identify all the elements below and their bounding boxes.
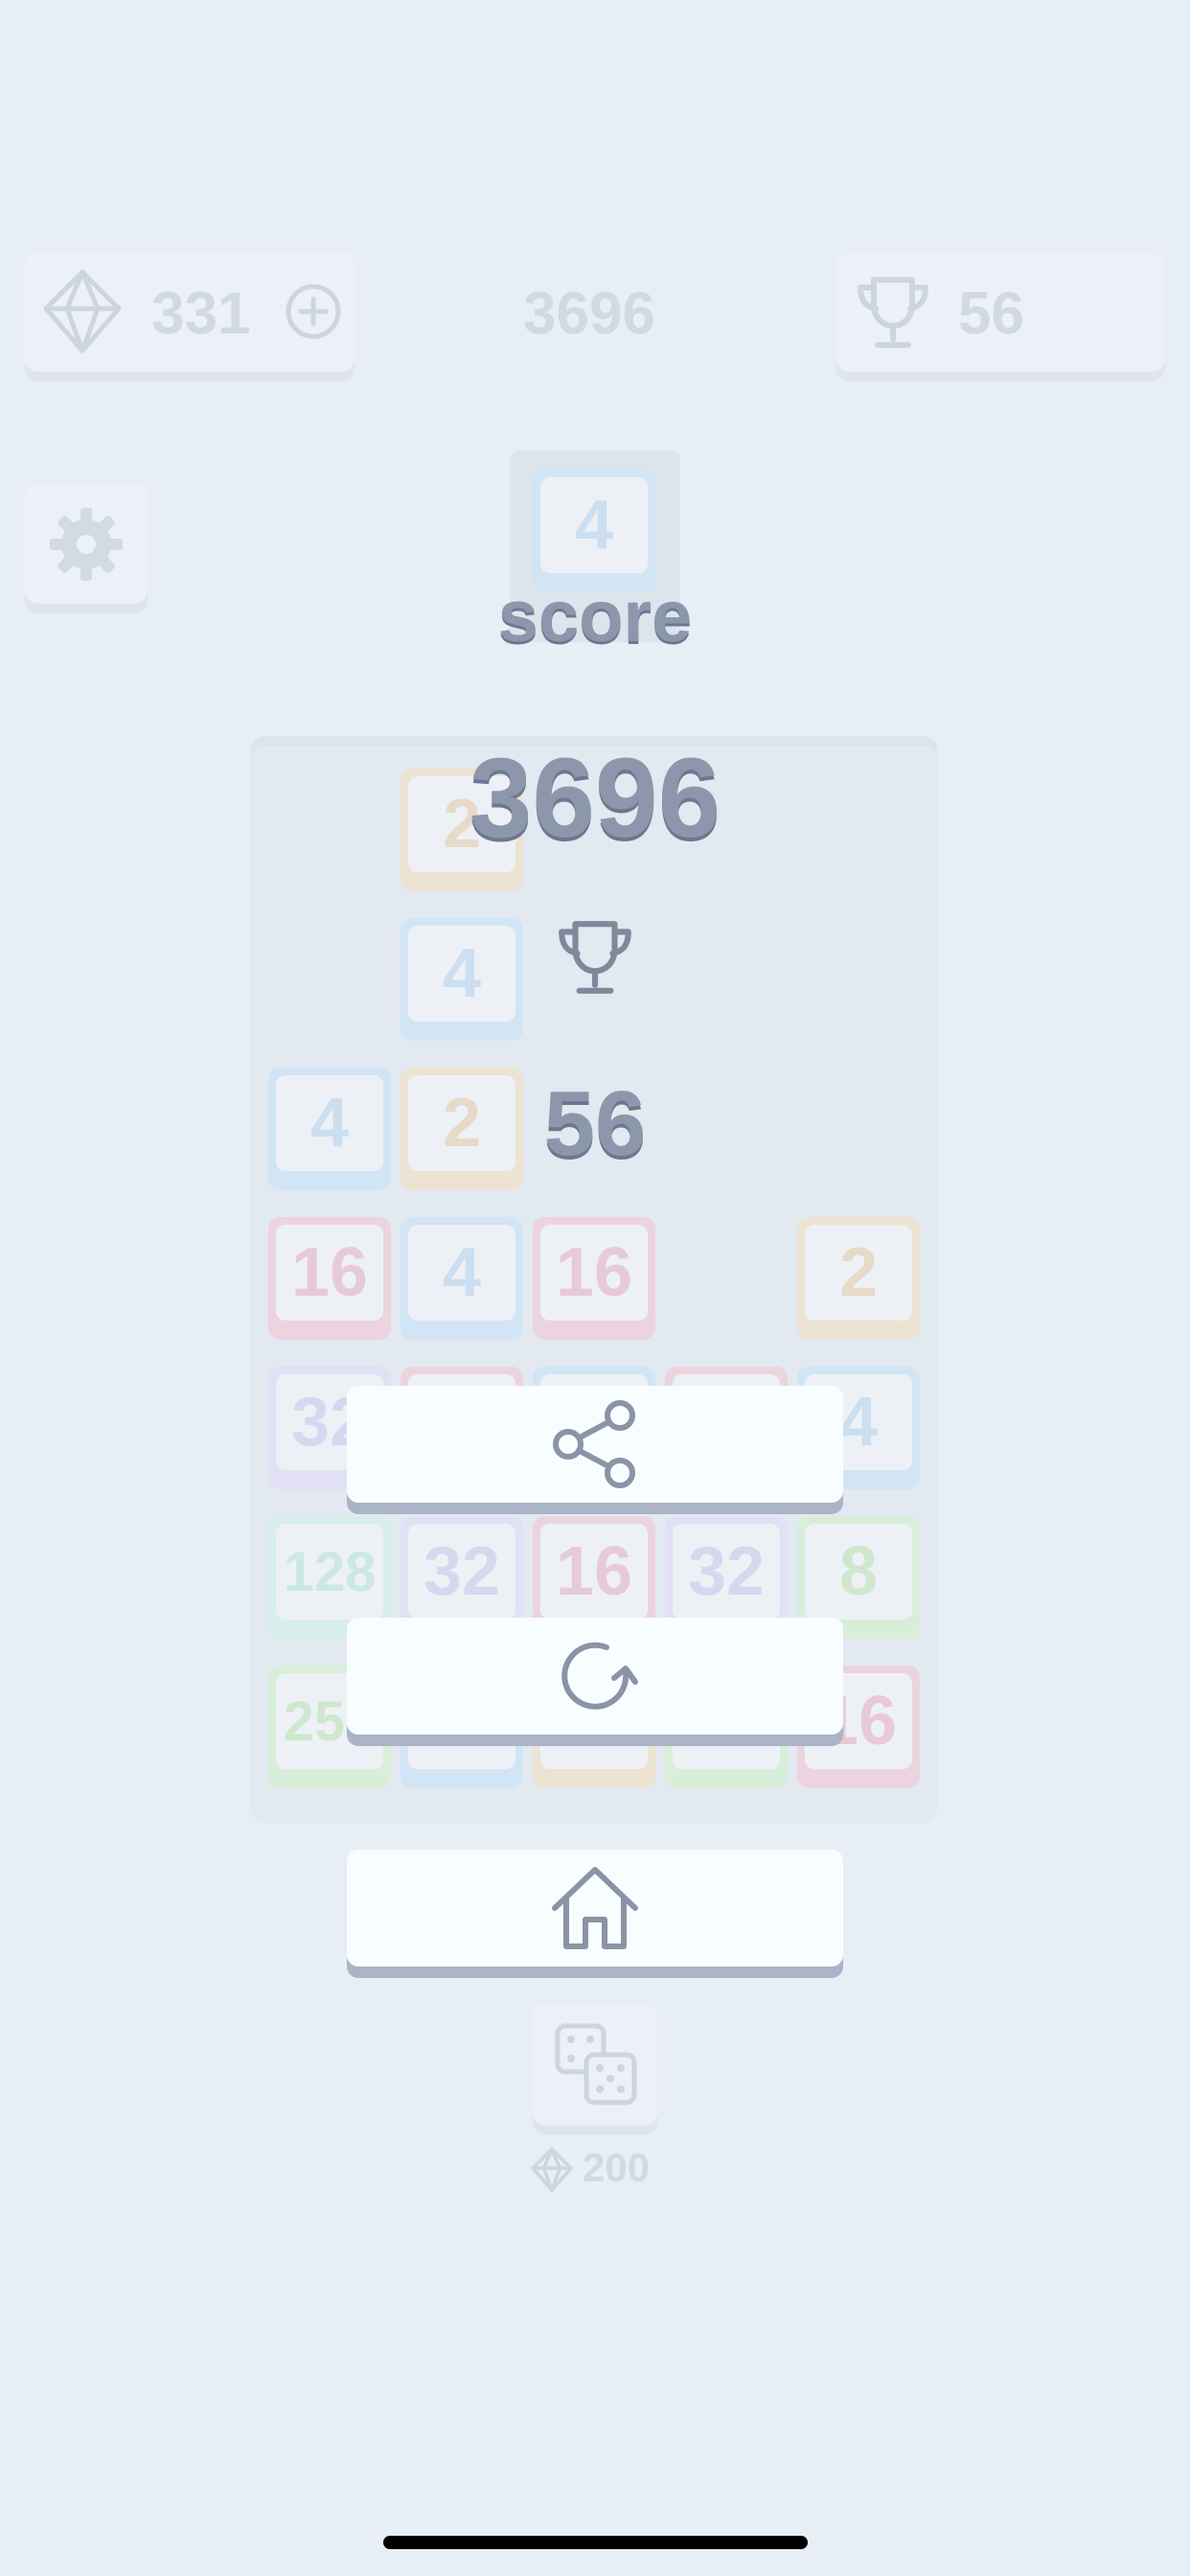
dice-icon: [555, 2023, 637, 2105]
dice-cost: 200: [583, 2145, 651, 2190]
tile-value: 2: [805, 1225, 912, 1321]
tile-value: 4: [408, 926, 515, 1022]
home-button[interactable]: [347, 1850, 843, 1966]
tile-value: 16: [276, 1225, 383, 1321]
plus-circle-icon[interactable]: [284, 282, 343, 341]
final-score: 3696: [469, 735, 721, 862]
tile-value: 128: [276, 1524, 383, 1620]
board-tile: 4: [400, 918, 523, 1041]
tile-value: 4: [408, 1225, 515, 1321]
best-count: 56: [958, 281, 1024, 347]
board-tile: 16: [268, 1217, 391, 1340]
trophy-icon: [858, 277, 928, 348]
gems-pill[interactable]: 331: [25, 251, 355, 372]
restart-icon: [561, 1642, 638, 1710]
restart-button[interactable]: [347, 1618, 843, 1735]
share-button[interactable]: [347, 1386, 843, 1503]
gem-icon: [43, 269, 122, 354]
dice-button[interactable]: [533, 2003, 657, 2126]
tile-value: 32: [673, 1524, 780, 1620]
gear-icon: [50, 508, 123, 581]
gem-icon: [531, 2147, 573, 2193]
game-background: 331 3696 56 4 2 4 4 2 16 4 16 2 32 4 128…: [0, 0, 1190, 2576]
best-pill: 56: [835, 253, 1165, 372]
home-indicator[interactable]: [383, 2536, 808, 2549]
board-tile: 16: [533, 1217, 655, 1340]
board-tile: 4: [400, 1217, 523, 1340]
tile-value: 16: [540, 1225, 648, 1321]
tile-value: 16: [540, 1524, 648, 1620]
gems-count: 331: [151, 281, 251, 347]
tile-value: 32: [408, 1524, 515, 1620]
tile-value: 8: [805, 1524, 912, 1620]
share-icon: [553, 1400, 635, 1488]
trophy-icon: [559, 921, 631, 994]
best-score: 56: [543, 1072, 647, 1175]
score-label: score: [497, 576, 693, 657]
next-tile: 4: [533, 470, 655, 592]
hud-score: 3696: [523, 281, 655, 347]
home-icon: [552, 1867, 638, 1949]
board-tile: 2: [797, 1217, 920, 1340]
